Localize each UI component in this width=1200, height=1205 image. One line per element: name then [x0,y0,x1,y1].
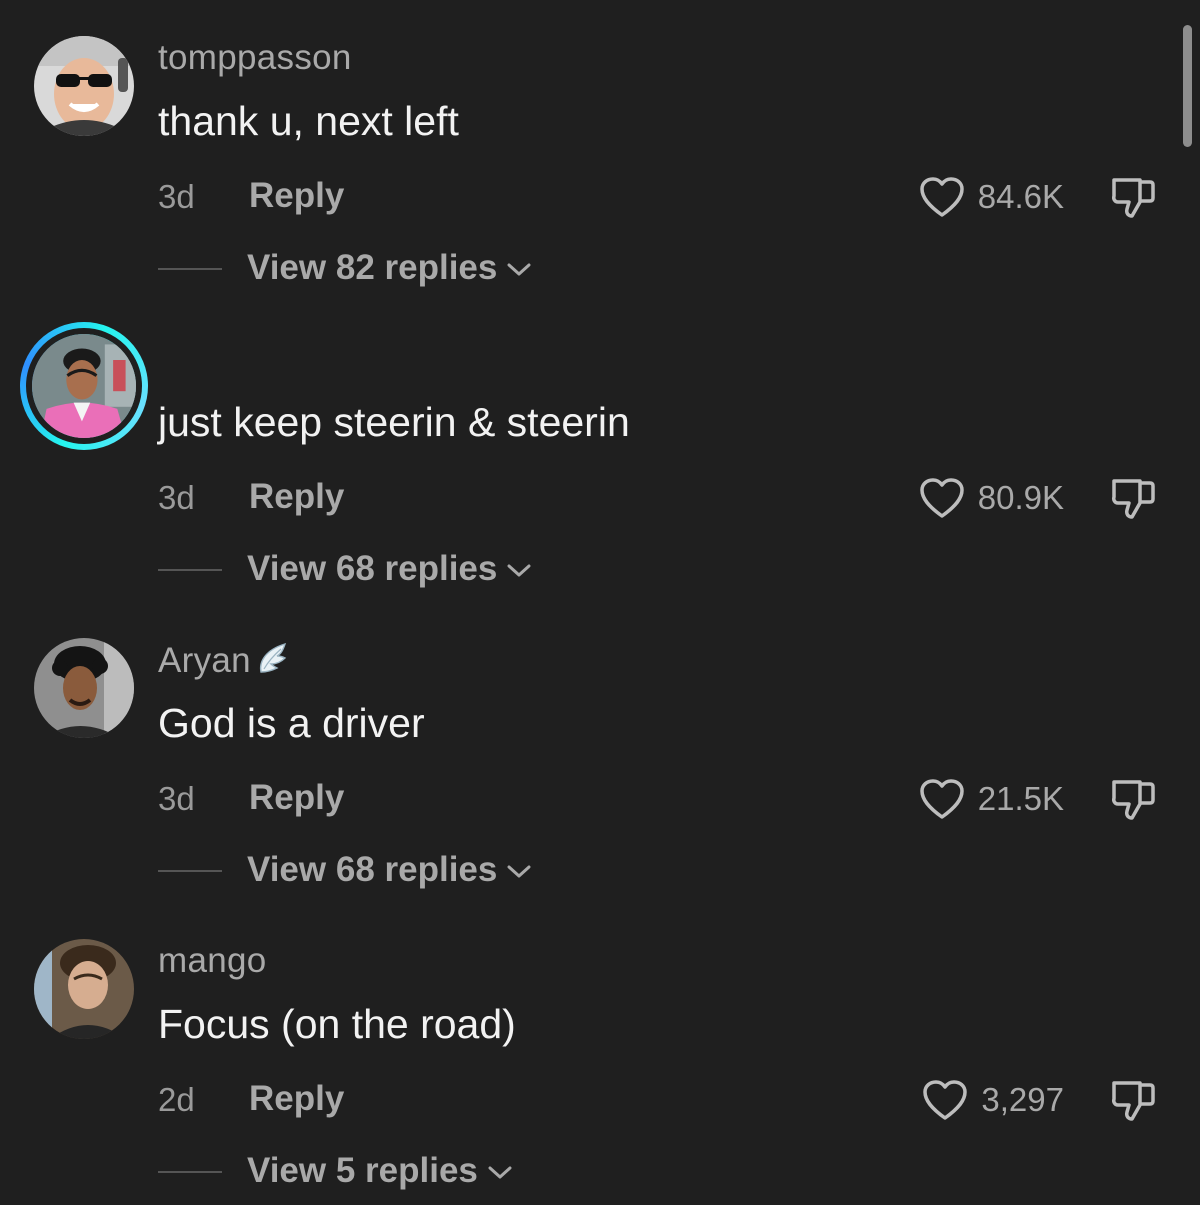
heart-outline-icon [920,779,964,819]
comment-timestamp: 2d [158,1081,195,1118]
reply-button[interactable]: Reply [249,1079,344,1119]
comment-username[interactable]: mango [158,941,267,981]
thumbs-down-icon[interactable] [1108,475,1158,523]
wing-emoji-icon [259,642,287,673]
view-replies-label: View 82 replies [247,248,498,287]
comment-text: thank u, next left [158,98,459,144]
chevron-down-icon [488,1166,512,1179]
avatar-image [32,334,136,438]
heart-outline-icon [920,478,964,518]
view-replies-row: View 68 replies [0,846,1200,894]
scrollbar[interactable] [1183,25,1192,147]
view-replies-row: View 68 replies [0,545,1200,593]
comment-username[interactable]: Aryan [158,640,291,681]
comment-item: just keep steerin & steerin 3d Reply 80.… [0,301,1200,603]
like-button[interactable]: 3,297 [921,1077,1064,1123]
view-replies-row: View 5 replies [0,1147,1200,1195]
like-count: 21.5K [977,780,1064,817]
comment-item: tomppasson thank u, next left 3d Reply 8… [0,0,1200,302]
avatar-image [34,939,134,1039]
comment-timestamp: 3d [158,780,195,817]
comment-timestamp: 3d [158,178,195,215]
avatar-image [34,638,134,738]
like-button[interactable]: 80.9K [918,475,1064,521]
comment-item: Aryan God is a driver 3d Reply 21.5K Vie… [0,602,1200,904]
like-button[interactable]: 84.6K [918,174,1064,220]
thumbs-down-icon[interactable] [1108,174,1158,222]
view-replies-button[interactable]: View 68 replies [247,549,533,589]
view-replies-button[interactable]: View 82 replies [247,248,533,288]
view-replies-button[interactable]: View 68 replies [247,850,533,890]
replies-divider [158,870,222,872]
thumbs-down-icon[interactable] [1108,776,1158,824]
comment-actions: 3d Reply 80.9K [0,475,1200,521]
comment-timestamp: 3d [158,479,195,516]
avatar[interactable] [34,36,134,136]
comment-text: God is a driver [158,700,425,746]
avatar-story-ring[interactable] [20,322,148,450]
thumbs-down-icon[interactable] [1108,1077,1158,1125]
comment-username-text: Aryan [158,641,251,680]
reply-button[interactable]: Reply [249,477,344,517]
avatar-image [34,36,134,136]
heart-outline-icon [920,177,964,217]
avatar[interactable] [34,638,134,738]
comment-actions: 2d Reply 3,297 [0,1077,1200,1123]
like-count: 3,297 [981,1081,1064,1118]
comment-text: Focus (on the road) [158,1001,516,1047]
like-count: 80.9K [977,479,1064,516]
comment-item: mango Focus (on the road) 2d Reply 3,297… [0,903,1200,1205]
like-count: 84.6K [977,178,1064,215]
view-replies-button[interactable]: View 5 replies [247,1151,514,1191]
chevron-down-icon [507,865,531,878]
chevron-down-icon [507,263,531,276]
reply-button[interactable]: Reply [249,176,344,216]
replies-divider [158,268,222,270]
comment-actions: 3d Reply 21.5K [0,776,1200,822]
replies-divider [158,569,222,571]
view-replies-label: View 68 replies [247,549,498,588]
view-replies-label: View 68 replies [247,850,498,889]
comment-actions: 3d Reply 84.6K [0,174,1200,220]
comment-username[interactable]: tomppasson [158,38,352,78]
avatar [26,328,142,444]
chevron-down-icon [507,564,531,577]
replies-divider [158,1171,222,1173]
view-replies-row: View 82 replies [0,244,1200,292]
comments-list: tomppasson thank u, next left 3d Reply 8… [0,0,1200,1200]
avatar[interactable] [34,939,134,1039]
view-replies-label: View 5 replies [247,1151,478,1190]
reply-button[interactable]: Reply [249,778,344,818]
heart-outline-icon [923,1080,968,1120]
comment-text: just keep steerin & steerin [158,399,630,445]
like-button[interactable]: 21.5K [918,776,1064,822]
